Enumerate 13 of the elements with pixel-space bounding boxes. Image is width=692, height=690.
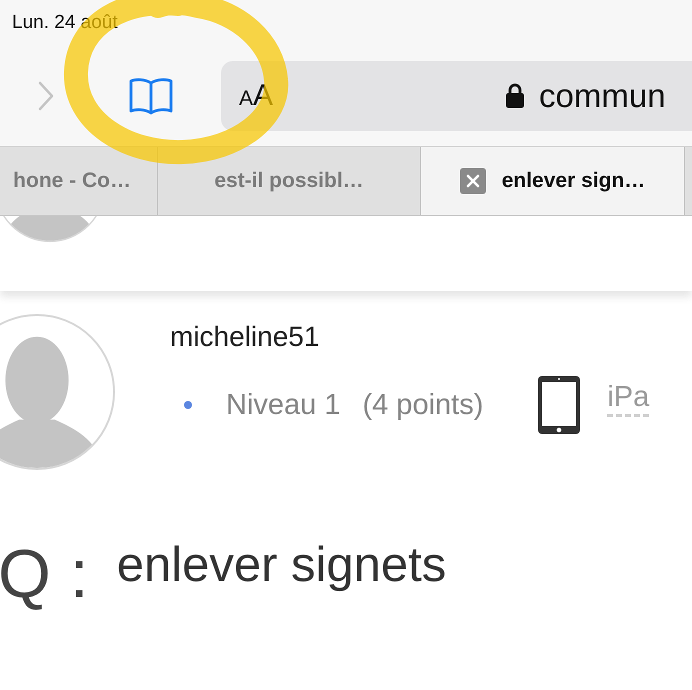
browser-tab[interactable]: enlever sign… [421, 147, 685, 215]
lock-icon [505, 83, 526, 109]
points-text: (4 points) [362, 388, 484, 422]
question-title: enlever signets [116, 537, 446, 593]
bookmarks-icon[interactable] [128, 77, 174, 115]
close-icon[interactable] [460, 168, 486, 194]
url-text: commun [539, 77, 666, 115]
level-text: Niveau 1 [226, 388, 340, 422]
tablet-icon [537, 375, 582, 435]
question-marker: Q : [0, 535, 89, 613]
username[interactable]: micheline51 [170, 321, 650, 353]
bullet-icon [184, 401, 192, 409]
status-date: Lun. 24 août [12, 12, 118, 34]
